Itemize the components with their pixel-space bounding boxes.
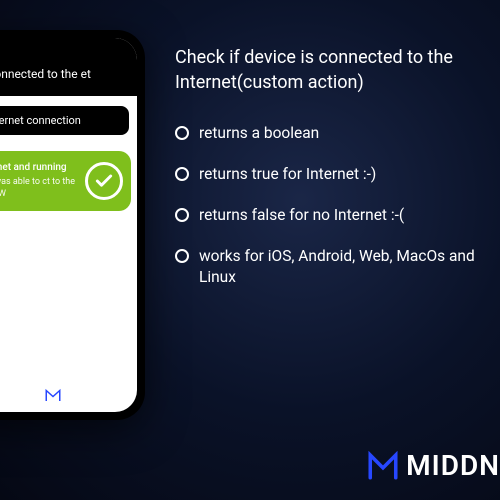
- list-item-label: works for iOS, Android, Web, MacOs and L…: [199, 246, 488, 288]
- brand-m-icon: [44, 386, 62, 404]
- status-card-text: iternet and running pp was able to ct to…: [0, 161, 77, 200]
- headline: Check if device is connected to the Inte…: [175, 45, 488, 95]
- check-connection-button[interactable]: Internet connection: [0, 106, 129, 135]
- bullet-icon: [175, 249, 189, 263]
- brand-m-icon: [366, 448, 400, 482]
- button-bar: Internet connection: [0, 96, 137, 145]
- list-item: returns false for no Internet :-(: [175, 205, 488, 226]
- list-item: works for iOS, Android, Web, MacOs and L…: [175, 246, 488, 288]
- list-item: returns a boolean: [175, 123, 488, 144]
- status-title: iternet and running: [0, 161, 77, 174]
- bullet-icon: [175, 208, 189, 222]
- list-item-label: returns false for no Internet :-(: [199, 205, 404, 226]
- phone-footer: [0, 374, 137, 412]
- phone-notch: [13, 38, 93, 56]
- phone-mockup: if connected to the et Internet connecti…: [0, 30, 145, 420]
- status-subtitle: pp was able to ct to the WWW: [0, 177, 77, 200]
- brand-logo: MIDDN: [366, 448, 500, 482]
- header-text: if connected to the et: [0, 67, 91, 81]
- list-item-label: returns true for Internet :-): [199, 164, 376, 185]
- list-item: returns true for Internet :-): [175, 164, 488, 185]
- marketing-content: Check if device is connected to the Inte…: [175, 45, 488, 308]
- bullet-icon: [175, 167, 189, 181]
- status-card: iternet and running pp was able to ct to…: [0, 151, 131, 210]
- bullet-icon: [175, 126, 189, 140]
- brand-name: MIDDN: [406, 449, 500, 482]
- phone-screen: if connected to the et Internet connecti…: [0, 38, 137, 412]
- feature-list: returns a boolean returns true for Inter…: [175, 123, 488, 288]
- list-item-label: returns a boolean: [199, 123, 319, 144]
- checkmark-icon: [85, 162, 123, 200]
